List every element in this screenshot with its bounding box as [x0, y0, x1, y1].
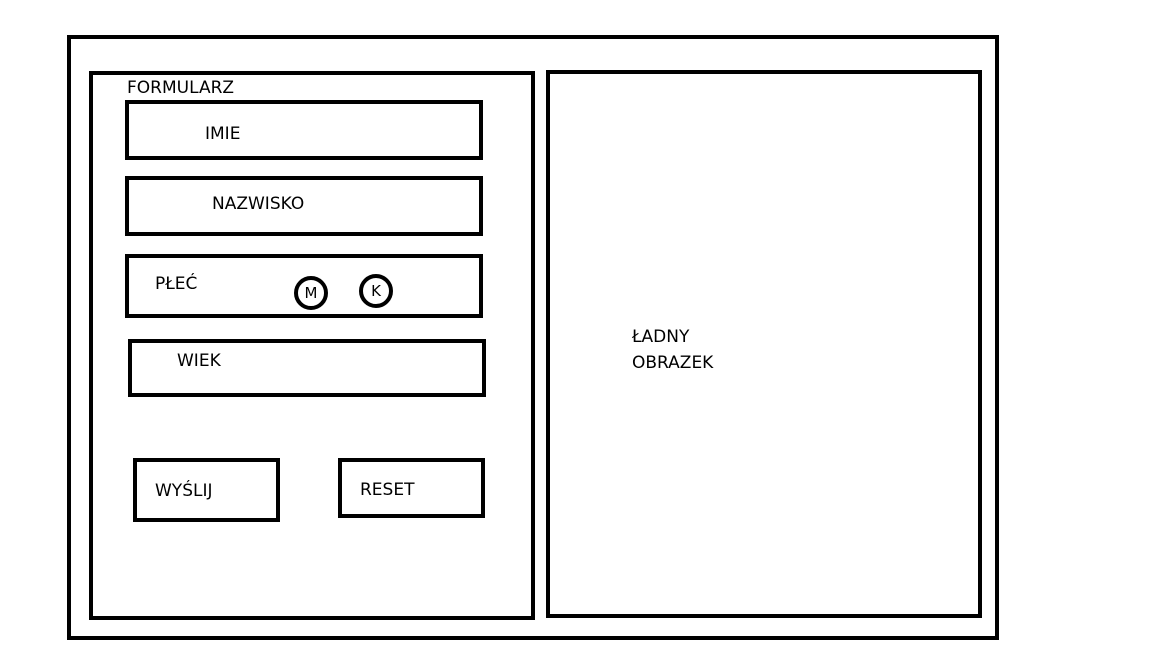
last-name-label: NAZWISKO — [212, 194, 305, 214]
image-panel-label: ŁADNY OBRAZEK — [632, 324, 713, 376]
first-name-label: IMIE — [205, 124, 241, 144]
age-field[interactable]: WIEK — [128, 339, 486, 397]
gender-field: PŁEĆ M K — [125, 254, 483, 318]
form-title: FORMULARZ — [127, 78, 235, 98]
gender-label: PŁEĆ — [155, 274, 198, 294]
age-label: WIEK — [177, 351, 221, 371]
gender-radio-m[interactable]: M — [294, 276, 328, 310]
submit-button-label: WYŚLIJ — [155, 481, 213, 501]
image-label-line2: OBRAZEK — [632, 353, 714, 373]
image-panel: ŁADNY OBRAZEK — [546, 70, 982, 618]
submit-button[interactable]: WYŚLIJ — [133, 458, 280, 522]
last-name-field[interactable]: NAZWISKO — [125, 176, 483, 236]
gender-radio-k[interactable]: K — [359, 274, 393, 308]
first-name-field[interactable]: IMIE — [125, 100, 483, 160]
reset-button-label: RESET — [360, 480, 415, 500]
image-label-line1: ŁADNY — [632, 327, 690, 347]
reset-button[interactable]: RESET — [338, 458, 485, 518]
